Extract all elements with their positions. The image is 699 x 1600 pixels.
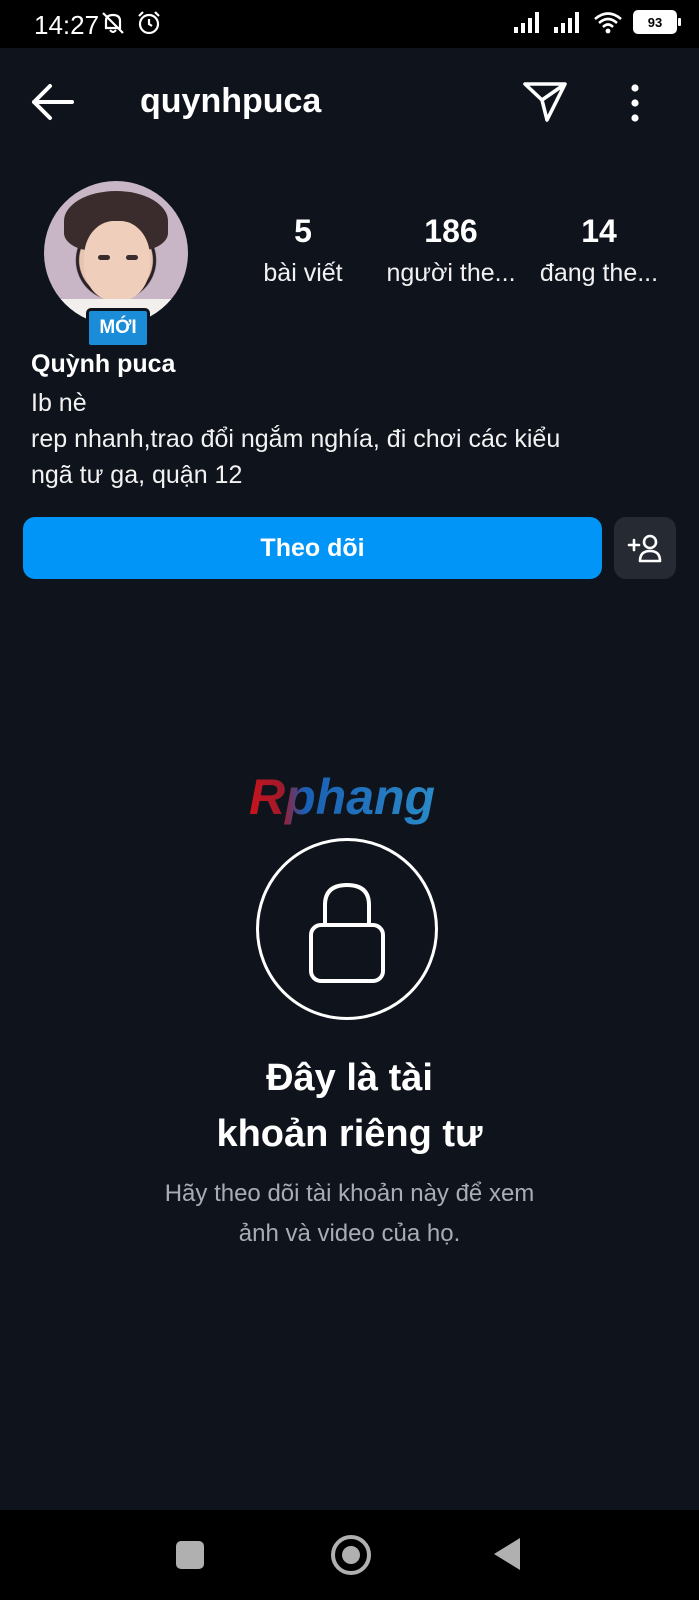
following-label: đang the...: [539, 259, 659, 287]
watermark-text: Rphang: [249, 770, 435, 825]
watermark-logo: Rphang: [249, 770, 435, 825]
private-account-title: Đây là tài khoản riêng tư: [216, 1057, 483, 1155]
status-bar: 14:27 93: [0, 0, 699, 48]
lock-circle: [256, 838, 438, 1020]
battery-icon: 93: [633, 10, 681, 34]
signal-icon: [514, 12, 539, 33]
bio-line: Ib nè: [31, 389, 87, 417]
bio-line: rep nhanh,trao đổi ngắm nghía, đi chơi c…: [31, 425, 561, 453]
mute-icon: [102, 12, 124, 34]
recents-button[interactable]: [176, 1541, 204, 1569]
stat-followers[interactable]: 186 người the...: [383, 215, 519, 288]
following-count: 14: [581, 213, 617, 249]
alarm-icon: [138, 11, 160, 35]
follow-button[interactable]: Theo dõi: [23, 517, 602, 579]
stat-posts[interactable]: 5 bài viết: [248, 215, 358, 288]
display-name: Quỳnh puca: [31, 350, 176, 378]
lock-icon: [309, 882, 385, 983]
new-badge: MỚI: [86, 308, 150, 348]
profile-username: quynhpuca: [140, 82, 322, 120]
posts-label: bài viết: [263, 259, 343, 287]
back-arrow-icon: [32, 84, 74, 120]
profile-header: quynhpuca: [0, 62, 699, 142]
stat-following[interactable]: 14 đang the...: [534, 215, 664, 288]
followers-count: 186: [424, 213, 478, 249]
send-message-button[interactable]: [520, 76, 570, 126]
send-icon: [523, 82, 567, 122]
posts-count: 5: [294, 213, 312, 249]
add-person-icon: [627, 534, 662, 563]
more-vertical-icon: [631, 84, 639, 122]
suggested-accounts-button[interactable]: [614, 517, 676, 579]
battery-level: 93: [647, 14, 663, 30]
bio-line: ngã tư ga, quận 12: [31, 461, 243, 489]
private-account-description: Hãy theo dõi tài khoản này để xem ảnh và…: [164, 1180, 535, 1247]
system-nav-bar: [0, 1510, 699, 1600]
status-time: 14:27: [34, 10, 100, 40]
more-options-button[interactable]: [620, 80, 650, 126]
wifi-icon: [594, 12, 622, 34]
signal-icon: [554, 12, 579, 33]
back-button[interactable]: [28, 80, 78, 124]
followers-label: người the...: [386, 259, 516, 287]
avatar[interactable]: [44, 181, 188, 325]
home-button[interactable]: [331, 1535, 371, 1575]
system-back-button[interactable]: [494, 1538, 520, 1570]
